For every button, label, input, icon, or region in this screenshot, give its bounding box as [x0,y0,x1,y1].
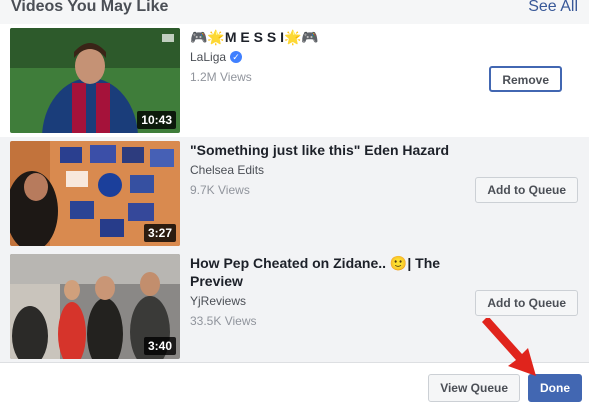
video-info: "Something just like this" Eden Hazard C… [190,141,460,197]
channel-name[interactable]: Chelsea Edits [190,163,264,177]
section-title: Videos You May Like [11,0,169,15]
add-to-queue-button[interactable]: Add to Queue [475,177,578,203]
channel-name-row: Chelsea Edits [190,163,460,177]
view-count: 9.7K Views [190,183,250,197]
channel-name[interactable]: LaLiga [190,50,226,64]
video-thumbnail[interactable]: 3:40 [10,254,180,359]
duration-badge: 10:43 [137,111,176,129]
channel-name[interactable]: YjReviews [190,294,246,308]
video-list: 10:43 🎮🌟M E S S I🌟🎮 LaLiga ✓ 1.2M Views … [0,24,589,363]
duration-badge: 3:40 [143,337,176,355]
view-count: 33.5K Views [190,314,257,328]
video-title[interactable]: 🎮🌟M E S S I🌟🎮 [190,28,460,46]
see-all-link[interactable]: See All [528,0,578,16]
video-info: 🎮🌟M E S S I🌟🎮 LaLiga ✓ 1.2M Views [190,28,460,84]
view-count: 1.2M Views [190,70,252,84]
video-title[interactable]: "Something just like this" Eden Hazard [190,141,460,159]
video-row[interactable]: 3:27 "Something just like this" Eden Haz… [0,137,589,250]
channel-name-row: YjReviews [190,294,460,308]
video-thumbnail[interactable]: 3:27 [10,141,180,246]
video-title[interactable]: How Pep Cheated on Zidane.. 🙂| The Previ… [190,254,460,290]
add-to-queue-button[interactable]: Add to Queue [475,290,578,316]
video-info: How Pep Cheated on Zidane.. 🙂| The Previ… [190,254,460,328]
duration-badge: 3:27 [143,224,176,242]
video-thumbnail[interactable]: 10:43 [10,28,180,133]
video-row[interactable]: 10:43 🎮🌟M E S S I🌟🎮 LaLiga ✓ 1.2M Views … [0,24,589,137]
section-header: Videos You May Like See All [0,0,589,26]
red-arrow-icon [482,318,536,376]
verified-check-icon: ✓ [230,51,243,63]
channel-name-row: LaLiga ✓ [190,50,460,64]
remove-button[interactable]: Remove [489,66,562,92]
